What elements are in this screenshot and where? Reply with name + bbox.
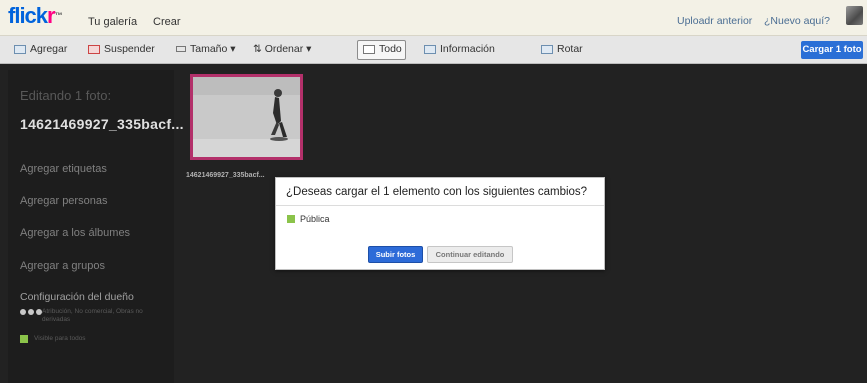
dialog-divider bbox=[276, 205, 604, 206]
photo-image bbox=[193, 77, 300, 157]
owner-settings-heading: Configuración del dueño bbox=[20, 291, 134, 303]
license-text[interactable]: Atribución, No comercial, Obras no deriv… bbox=[42, 308, 172, 324]
select-all-button[interactable]: Todo bbox=[363, 43, 402, 55]
remove-icon bbox=[88, 44, 100, 54]
add-to-albums-link[interactable]: Agregar a los álbumes bbox=[20, 227, 130, 239]
info-label: Información bbox=[440, 43, 495, 55]
visibility-text[interactable]: Visible para todos bbox=[34, 335, 164, 343]
upload-photos-button[interactable]: Subir fotos bbox=[368, 246, 423, 263]
uploadr-window: flickr™ Tu galería Crear Uploadr anterio… bbox=[0, 0, 867, 383]
confirm-upload-dialog: ¿Deseas cargar el 1 elemento con los sig… bbox=[275, 177, 605, 270]
flickr-logo[interactable]: flickr™ bbox=[8, 4, 63, 28]
select-all-icon bbox=[363, 44, 375, 54]
toolbar: Agregar Suspender Tamaño ▾ ⇅ Ordenar ▾ T… bbox=[0, 36, 867, 64]
info-icon bbox=[424, 44, 436, 54]
upload-button[interactable]: Cargar 1 foto bbox=[801, 41, 863, 59]
file-name: 14621469927_335bacf... bbox=[20, 116, 184, 132]
sort-dropdown[interactable]: ⇅ Ordenar ▾ bbox=[253, 43, 311, 55]
sort-label: ⇅ Ordenar ▾ bbox=[253, 43, 312, 55]
top-bar: flickr™ Tu galería Crear Uploadr anterio… bbox=[0, 0, 867, 36]
editing-heading: Editando 1 foto: bbox=[20, 88, 112, 103]
edit-sidebar: Editando 1 foto: 14621469927_335bacf... … bbox=[8, 70, 184, 383]
photo-caption: 14621469927_335bacf... bbox=[186, 172, 265, 179]
photo-thumbnail[interactable] bbox=[190, 74, 303, 160]
select-all-label: Todo bbox=[379, 43, 402, 55]
add-tags-link[interactable]: Agregar etiquetas bbox=[20, 163, 107, 175]
size-dropdown[interactable]: Tamaño ▾ bbox=[176, 43, 236, 55]
visibility-icon bbox=[20, 335, 28, 343]
dialog-question: ¿Deseas cargar el 1 elemento con los sig… bbox=[286, 186, 588, 198]
avatar[interactable] bbox=[846, 6, 863, 25]
continue-editing-button[interactable]: Continuar editando bbox=[427, 246, 513, 263]
info-button[interactable]: Información bbox=[424, 43, 495, 55]
add-icon bbox=[14, 44, 26, 54]
link-new-here[interactable]: ¿Nuevo aquí? bbox=[764, 15, 830, 27]
rotate-button[interactable]: Rotar bbox=[541, 43, 583, 55]
size-icon bbox=[176, 46, 186, 52]
license-icon bbox=[20, 309, 42, 315]
rotate-label: Rotar bbox=[557, 43, 583, 55]
remove-label: Suspender bbox=[104, 43, 155, 55]
public-indicator-icon bbox=[287, 215, 295, 223]
add-label: Agregar bbox=[30, 43, 68, 55]
add-to-groups-link[interactable]: Agregar a grupos bbox=[20, 260, 105, 272]
add-button[interactable]: Agregar bbox=[14, 43, 67, 55]
size-label: Tamaño ▾ bbox=[190, 43, 236, 55]
nav-your-gallery[interactable]: Tu galería bbox=[88, 16, 137, 28]
rotate-icon bbox=[541, 44, 553, 54]
remove-button[interactable]: Suspender bbox=[88, 43, 155, 55]
nav-create[interactable]: Crear bbox=[153, 16, 181, 28]
add-people-link[interactable]: Agregar personas bbox=[20, 195, 107, 207]
visibility-label: Pública bbox=[300, 214, 330, 224]
link-previous-uploadr[interactable]: Uploadr anterior bbox=[677, 15, 752, 27]
